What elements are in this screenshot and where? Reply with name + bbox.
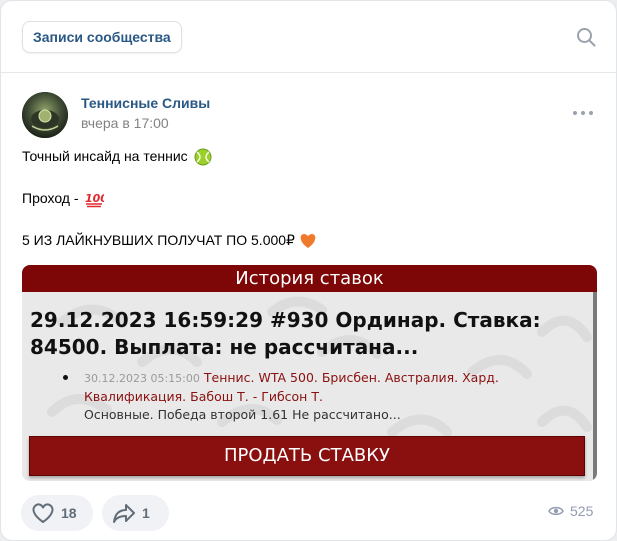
bet-title: 29.12.2023 16:59:29 #930 Ординар. Ставка… [30,308,541,359]
post-author[interactable]: Теннисные Сливы [81,95,210,111]
scrollbar-edge [593,292,597,481]
sell-bet-button: ПРОДАТЬ СТАВКУ [29,436,585,476]
post-text-line: 5 ИЗ ЛАЙКНУВШИХ ПОЛУЧАТ ПО 5.000₽ [22,232,317,249]
bet-detail: 30.12.2023 05:15:00 Теннис. WTA 500. Бри… [84,369,554,424]
post-timestamp[interactable]: вчера в 17:00 [81,115,169,131]
share-arrow-icon [113,504,135,523]
bet-result: Основные. Победа второй 1.61 Не рассчита… [84,407,401,422]
orange-heart-icon [300,234,316,249]
post-text-line: Проход - 100 [22,190,104,208]
post-text-line: Точный инсайд на теннис [22,148,212,166]
share-count: 1 [142,505,150,521]
bullet-icon [63,375,68,380]
bet-history-banner: История ставок [22,265,597,292]
feed-header: Записи сообщества [1,1,616,73]
views-count: 525 [570,503,594,519]
community-logo-icon [22,92,68,138]
bet-date: 30.12.2023 05:15:00 [84,372,200,385]
more-options-icon[interactable] [571,105,595,121]
svg-text:100: 100 [85,192,104,205]
tab-community-posts[interactable]: Записи сообщества [22,21,182,53]
hundred-points-icon: 100 [85,192,104,208]
heart-icon [32,503,54,523]
share-button[interactable]: 1 [102,495,169,531]
avatar[interactable] [22,92,68,138]
tennis-ball-icon [194,148,212,166]
post-card: Записи сообщества Теннисные Сливы вчера … [0,0,617,541]
like-count: 18 [61,505,77,521]
post-attachment-image[interactable]: История ставок 29.12.2023 16:59:29 #930 … [22,265,597,481]
search-icon[interactable] [575,26,597,48]
views-counter: 525 [548,503,593,519]
eye-icon [548,506,564,516]
like-button[interactable]: 18 [21,495,93,531]
